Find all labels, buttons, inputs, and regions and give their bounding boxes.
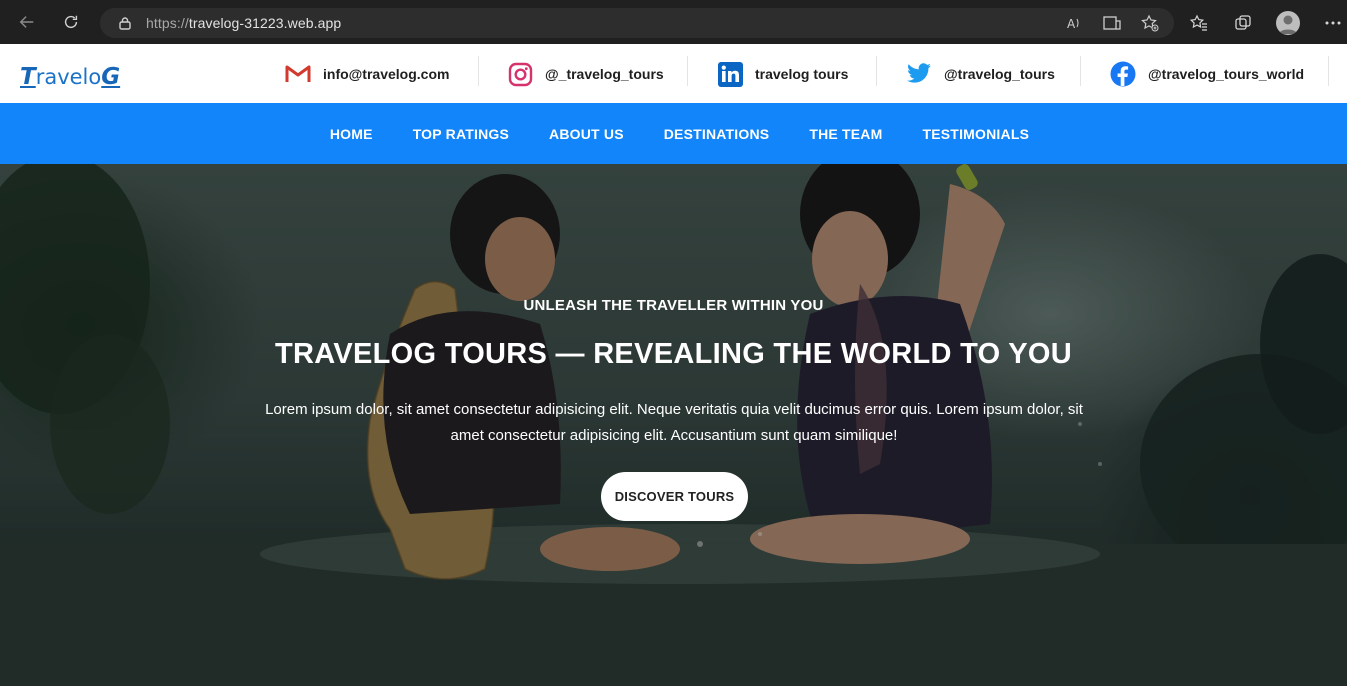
contact-instagram[interactable]: @_travelog_tours — [507, 54, 664, 94]
nav-top-ratings[interactable]: TOP RATINGS — [413, 126, 509, 142]
contact-linkedin[interactable]: travelog tours — [717, 54, 848, 94]
divider — [1328, 56, 1329, 86]
divider — [687, 56, 688, 86]
immersive-reader-icon[interactable] — [1102, 13, 1122, 33]
contact-facebook[interactable]: @travelog_tours_world — [1110, 54, 1304, 94]
nav-about-us[interactable]: ABOUT US — [549, 126, 624, 142]
read-aloud-icon[interactable]: A — [1064, 13, 1084, 33]
url-host: travelog-31223.web.app — [188, 15, 342, 31]
contact-email[interactable]: info@travelog.com — [285, 54, 449, 94]
linkedin-icon — [717, 61, 743, 87]
address-bar[interactable]: https://travelog-31223.web.app A — [100, 8, 1174, 38]
svg-text:A: A — [1067, 17, 1076, 31]
facebook-icon — [1110, 61, 1136, 87]
nav-the-team[interactable]: THE TEAM — [809, 126, 882, 142]
contact-linkedin-label: travelog tours — [755, 66, 849, 82]
logo-middle: ravelo — [35, 65, 102, 89]
hero-description: Lorem ipsum dolor, sit amet consectetur … — [265, 401, 1083, 444]
gmail-icon — [285, 61, 311, 87]
add-favorite-icon[interactable] — [1140, 13, 1160, 33]
logo-last-letter: G — [101, 64, 121, 90]
lock-icon — [119, 17, 131, 30]
profile-avatar[interactable] — [1276, 11, 1300, 35]
favorites-icon[interactable] — [1188, 12, 1210, 34]
nav-home[interactable]: HOME — [330, 126, 373, 142]
discover-tours-button[interactable]: DISCOVER TOURS — [601, 472, 748, 521]
reload-button[interactable] — [56, 7, 86, 37]
hero-title: TRAVELOG TOURS — REVEALING THE WORLD TO … — [274, 338, 1073, 370]
logo-first-letter: T — [20, 64, 36, 90]
hero-section: UNLEASH THE TRAVELLER WITHIN YOU TRAVELO… — [0, 164, 1347, 686]
divider — [1080, 56, 1081, 86]
url-protocol: https:// — [146, 15, 189, 31]
arrow-left-icon — [19, 16, 34, 28]
twitter-icon — [906, 61, 932, 87]
nav-destinations[interactable]: DESTINATIONS — [664, 126, 770, 142]
collections-icon[interactable] — [1232, 12, 1254, 34]
divider — [876, 56, 877, 86]
more-icon[interactable] — [1322, 12, 1344, 34]
main-nav: HOME TOP RATINGS ABOUT US DESTINATIONS T… — [0, 103, 1347, 164]
url-text: https://travelog-31223.web.app — [146, 15, 341, 31]
contact-email-label: info@travelog.com — [323, 66, 450, 82]
contact-instagram-label: @_travelog_tours — [545, 66, 664, 82]
reload-icon — [64, 15, 78, 29]
contact-twitter-label: @travelog_tours — [944, 66, 1055, 82]
contact-facebook-label: @travelog_tours_world — [1148, 66, 1305, 82]
site-logo[interactable]: TraveloG — [20, 64, 120, 90]
back-button[interactable] — [12, 7, 42, 37]
instagram-icon — [507, 61, 533, 87]
browser-toolbar: https://travelog-31223.web.app A — [0, 0, 1347, 44]
site-header: TraveloG info@travelog.com @_travelog_to… — [0, 44, 1347, 103]
nav-testimonials[interactable]: TESTIMONIALS — [922, 126, 1029, 142]
contact-twitter[interactable]: @travelog_tours — [906, 54, 1055, 94]
divider — [478, 56, 479, 86]
hero-kicker: UNLEASH THE TRAVELLER WITHIN YOU — [523, 297, 824, 314]
